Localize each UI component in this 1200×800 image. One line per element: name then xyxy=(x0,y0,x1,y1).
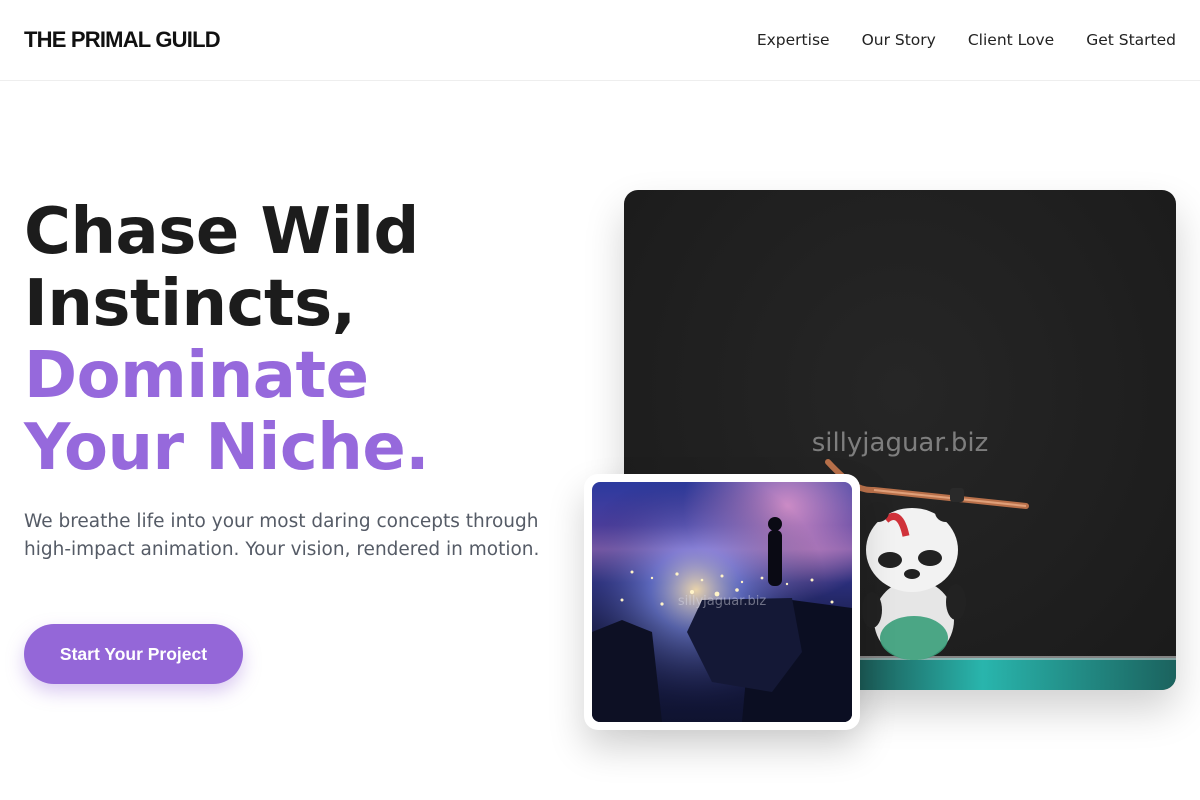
hero-description: We breathe life into your most daring co… xyxy=(24,511,540,560)
headline-line-1: Chase Wild xyxy=(24,195,419,269)
nav-link-get-started[interactable]: Get Started xyxy=(1086,30,1176,50)
site-header: THE PRIMAL GUILD Expertise Our Story Cli… xyxy=(0,0,1200,81)
hero-copy: Chase Wild Instincts, Dominate Your Nich… xyxy=(24,196,564,484)
inset-image-card: sillyjaguar.biz xyxy=(584,474,860,730)
nav-link-expertise[interactable]: Expertise xyxy=(757,30,830,50)
headline-accent-line-2: Your Niche. xyxy=(24,411,430,485)
inset-image: sillyjaguar.biz xyxy=(592,482,852,722)
main-nav: Expertise Our Story Client Love Get Star… xyxy=(757,30,1176,50)
brand-logo[interactable]: THE PRIMAL GUILD xyxy=(24,27,221,53)
headline-accent-line-1: Dominate xyxy=(24,339,369,413)
headline-line-2: Instincts, xyxy=(24,267,356,341)
hero-headline: Chase Wild Instincts, Dominate Your Nich… xyxy=(24,196,564,484)
nav-link-our-story[interactable]: Our Story xyxy=(862,30,936,50)
main-image-watermark: sillyjaguar.biz xyxy=(811,428,989,458)
start-project-button[interactable]: Start Your Project xyxy=(24,624,243,684)
inset-image-watermark: sillyjaguar.biz xyxy=(677,594,767,609)
nav-link-client-love[interactable]: Client Love xyxy=(968,30,1054,50)
